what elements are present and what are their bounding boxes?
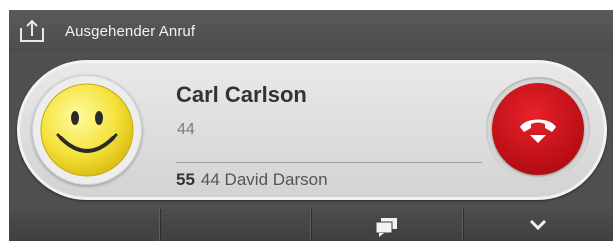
title-bar: Ausgehender Anruf xyxy=(9,10,613,52)
bottom-toolbar xyxy=(9,209,613,241)
hangup-button[interactable] xyxy=(486,77,590,181)
line-info: 55 44 David Darson xyxy=(176,170,328,190)
avatar xyxy=(32,75,142,185)
chat-button[interactable] xyxy=(311,209,463,241)
smiley-icon xyxy=(40,83,134,177)
phone-hangup-icon xyxy=(520,119,556,143)
window-title: Ausgehender Anruf xyxy=(65,23,196,40)
line-extension: 55 xyxy=(176,170,195,189)
call-card: Carl Carlson 44 55 44 David Darson xyxy=(17,60,607,200)
line-label: 44 David Darson xyxy=(200,170,328,189)
chevron-down-icon xyxy=(530,219,547,231)
toolbar-button-2[interactable] xyxy=(159,209,311,241)
expand-button[interactable] xyxy=(462,209,613,241)
chat-icon xyxy=(375,218,397,237)
toolbar-button-1[interactable] xyxy=(9,209,160,241)
caller-number: 44 xyxy=(177,121,195,138)
caller-name: Carl Carlson xyxy=(176,82,307,107)
upload-icon xyxy=(17,18,47,44)
divider xyxy=(176,162,482,163)
call-window: Ausgehender Anruf Carl Carlson 44 55 44 … xyxy=(9,10,613,241)
hangup-button-face[interactable] xyxy=(492,83,584,175)
